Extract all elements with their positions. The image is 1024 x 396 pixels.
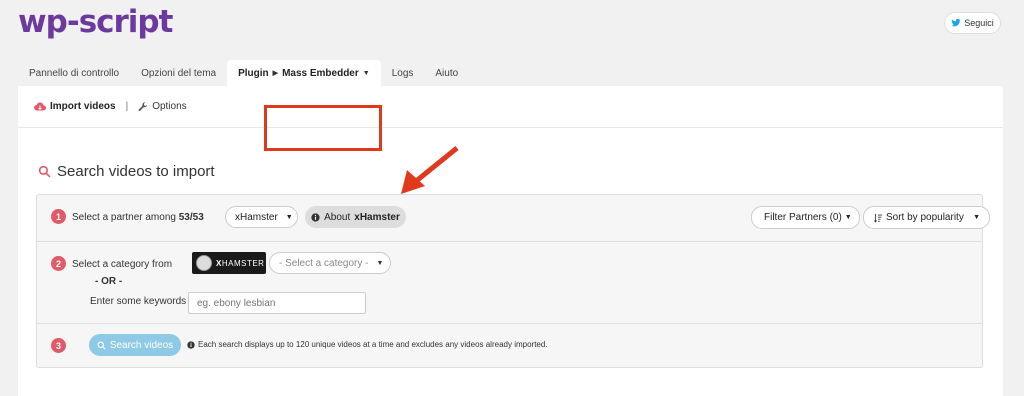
chevron-right-icon: ▶ bbox=[272, 70, 279, 77]
options-label: Options bbox=[152, 101, 187, 112]
partner-value: xHamster bbox=[235, 211, 278, 223]
cloud-download-icon bbox=[34, 102, 46, 111]
step-2-badge: 2 bbox=[51, 256, 66, 271]
section-title: Search videos to import bbox=[38, 163, 215, 180]
about-prefix: About bbox=[324, 211, 351, 223]
twitter-icon bbox=[951, 18, 961, 27]
search-form: 1 Select a partner among 53/53 xHamster … bbox=[36, 194, 990, 368]
import-label: Import videos bbox=[50, 101, 116, 112]
step-1-row: 1 Select a partner among 53/53 xHamster … bbox=[37, 195, 990, 242]
chevron-down-icon: ▼ bbox=[285, 213, 293, 221]
filter-partners-button[interactable]: Filter Partners (0) ▼ bbox=[751, 206, 860, 229]
partner-count-text: Select a partner among 53/53 bbox=[72, 212, 204, 223]
section-title-text: Search videos to import bbox=[57, 163, 215, 180]
chevron-down-icon: ▼ bbox=[376, 259, 384, 267]
chevron-down-icon: ▼ bbox=[362, 69, 370, 77]
info-icon bbox=[311, 212, 320, 222]
partner-select[interactable]: xHamster ▼ bbox=[225, 206, 298, 228]
tab-help[interactable]: Aiuto bbox=[424, 60, 469, 86]
options-link[interactable]: Options bbox=[138, 101, 187, 112]
search-videos-label: Search videos bbox=[109, 339, 174, 351]
sort-label: Sort by popularity bbox=[886, 212, 964, 223]
tab-label: Plugin bbox=[238, 67, 269, 79]
main-nav: Pannello di controllo Opzioni del tema P… bbox=[18, 60, 469, 86]
search-videos-button[interactable]: Search videos bbox=[89, 334, 181, 356]
search-note-text: Each search displays up to 120 unique vi… bbox=[198, 340, 548, 349]
step-3-row: 3 Search videos Each search displays up … bbox=[37, 324, 982, 367]
tab-theme-options[interactable]: Opzioni del tema bbox=[130, 60, 227, 86]
follow-button[interactable]: Seguici bbox=[944, 12, 1001, 34]
annotation-arrow-icon bbox=[401, 146, 459, 194]
step-3-badge: 3 bbox=[51, 338, 66, 353]
main-panel: Import videos | Options Search videos to… bbox=[18, 86, 1003, 396]
tab-label: Logs bbox=[391, 67, 414, 79]
logo-text-b: HAMSTER bbox=[221, 258, 265, 268]
category-label: Select a category from bbox=[72, 259, 173, 270]
info-icon bbox=[187, 340, 195, 349]
keywords-label: Enter some keywords bbox=[90, 296, 187, 307]
subnav-separator: | bbox=[125, 101, 129, 112]
about-partner-name: xHamster bbox=[354, 211, 400, 223]
hamster-face-icon bbox=[196, 255, 212, 271]
import-videos-link[interactable]: Import videos bbox=[34, 101, 116, 112]
wrench-icon bbox=[138, 101, 148, 111]
tab-label: Pannello di controllo bbox=[29, 67, 120, 79]
tab-plugin[interactable]: Plugin ▶ Mass Embedder ▼ bbox=[227, 60, 381, 86]
tab-label: Opzioni del tema bbox=[141, 67, 217, 79]
xhamster-logo-text: XHAMSTER bbox=[216, 259, 264, 268]
keywords-input[interactable] bbox=[188, 292, 366, 314]
follow-label: Seguici bbox=[964, 18, 994, 28]
wp-script-logo: wp-script bbox=[18, 4, 173, 40]
tab-label: Aiuto bbox=[435, 67, 459, 79]
tab-sub-label: Mass Embedder bbox=[282, 67, 359, 79]
chevron-down-icon: ▼ bbox=[844, 214, 852, 221]
or-label: - OR - bbox=[95, 276, 123, 287]
about-partner-button[interactable]: About xHamster bbox=[305, 206, 406, 228]
subnav: Import videos | Options bbox=[18, 86, 1003, 128]
chevron-down-icon: ▼ bbox=[973, 214, 980, 221]
partner-prefix: Select a partner among bbox=[72, 212, 176, 223]
filter-label: Filter Partners (0) bbox=[764, 212, 842, 223]
sort-icon bbox=[873, 213, 883, 223]
category-select[interactable]: - Select a category - ▼ bbox=[269, 252, 391, 274]
search-icon bbox=[38, 165, 51, 178]
step-2-row: 2 Select a category from XHAMSTER - Sele… bbox=[37, 242, 982, 324]
search-note: Each search displays up to 120 unique vi… bbox=[187, 340, 548, 349]
tab-dashboard[interactable]: Pannello di controllo bbox=[18, 60, 130, 86]
search-icon bbox=[97, 341, 106, 350]
sort-button[interactable]: Sort by popularity ▼ bbox=[863, 206, 990, 229]
tab-logs[interactable]: Logs bbox=[381, 60, 425, 86]
xhamster-logo: XHAMSTER bbox=[192, 252, 266, 274]
partner-count: 53/53 bbox=[178, 212, 204, 223]
step-1-badge: 1 bbox=[51, 209, 66, 224]
category-placeholder: - Select a category - bbox=[279, 257, 369, 269]
